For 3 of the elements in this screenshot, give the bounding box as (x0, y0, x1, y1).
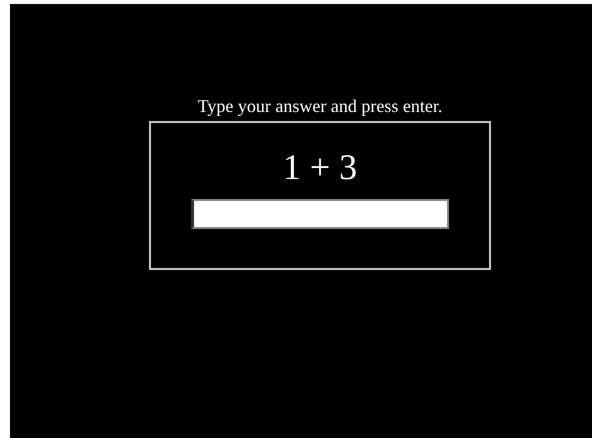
math-question: 1 + 3 (282, 147, 358, 187)
input-field[interactable] (191, 199, 449, 229)
instruction-text: Type your answer and press enter. (196, 95, 444, 118)
